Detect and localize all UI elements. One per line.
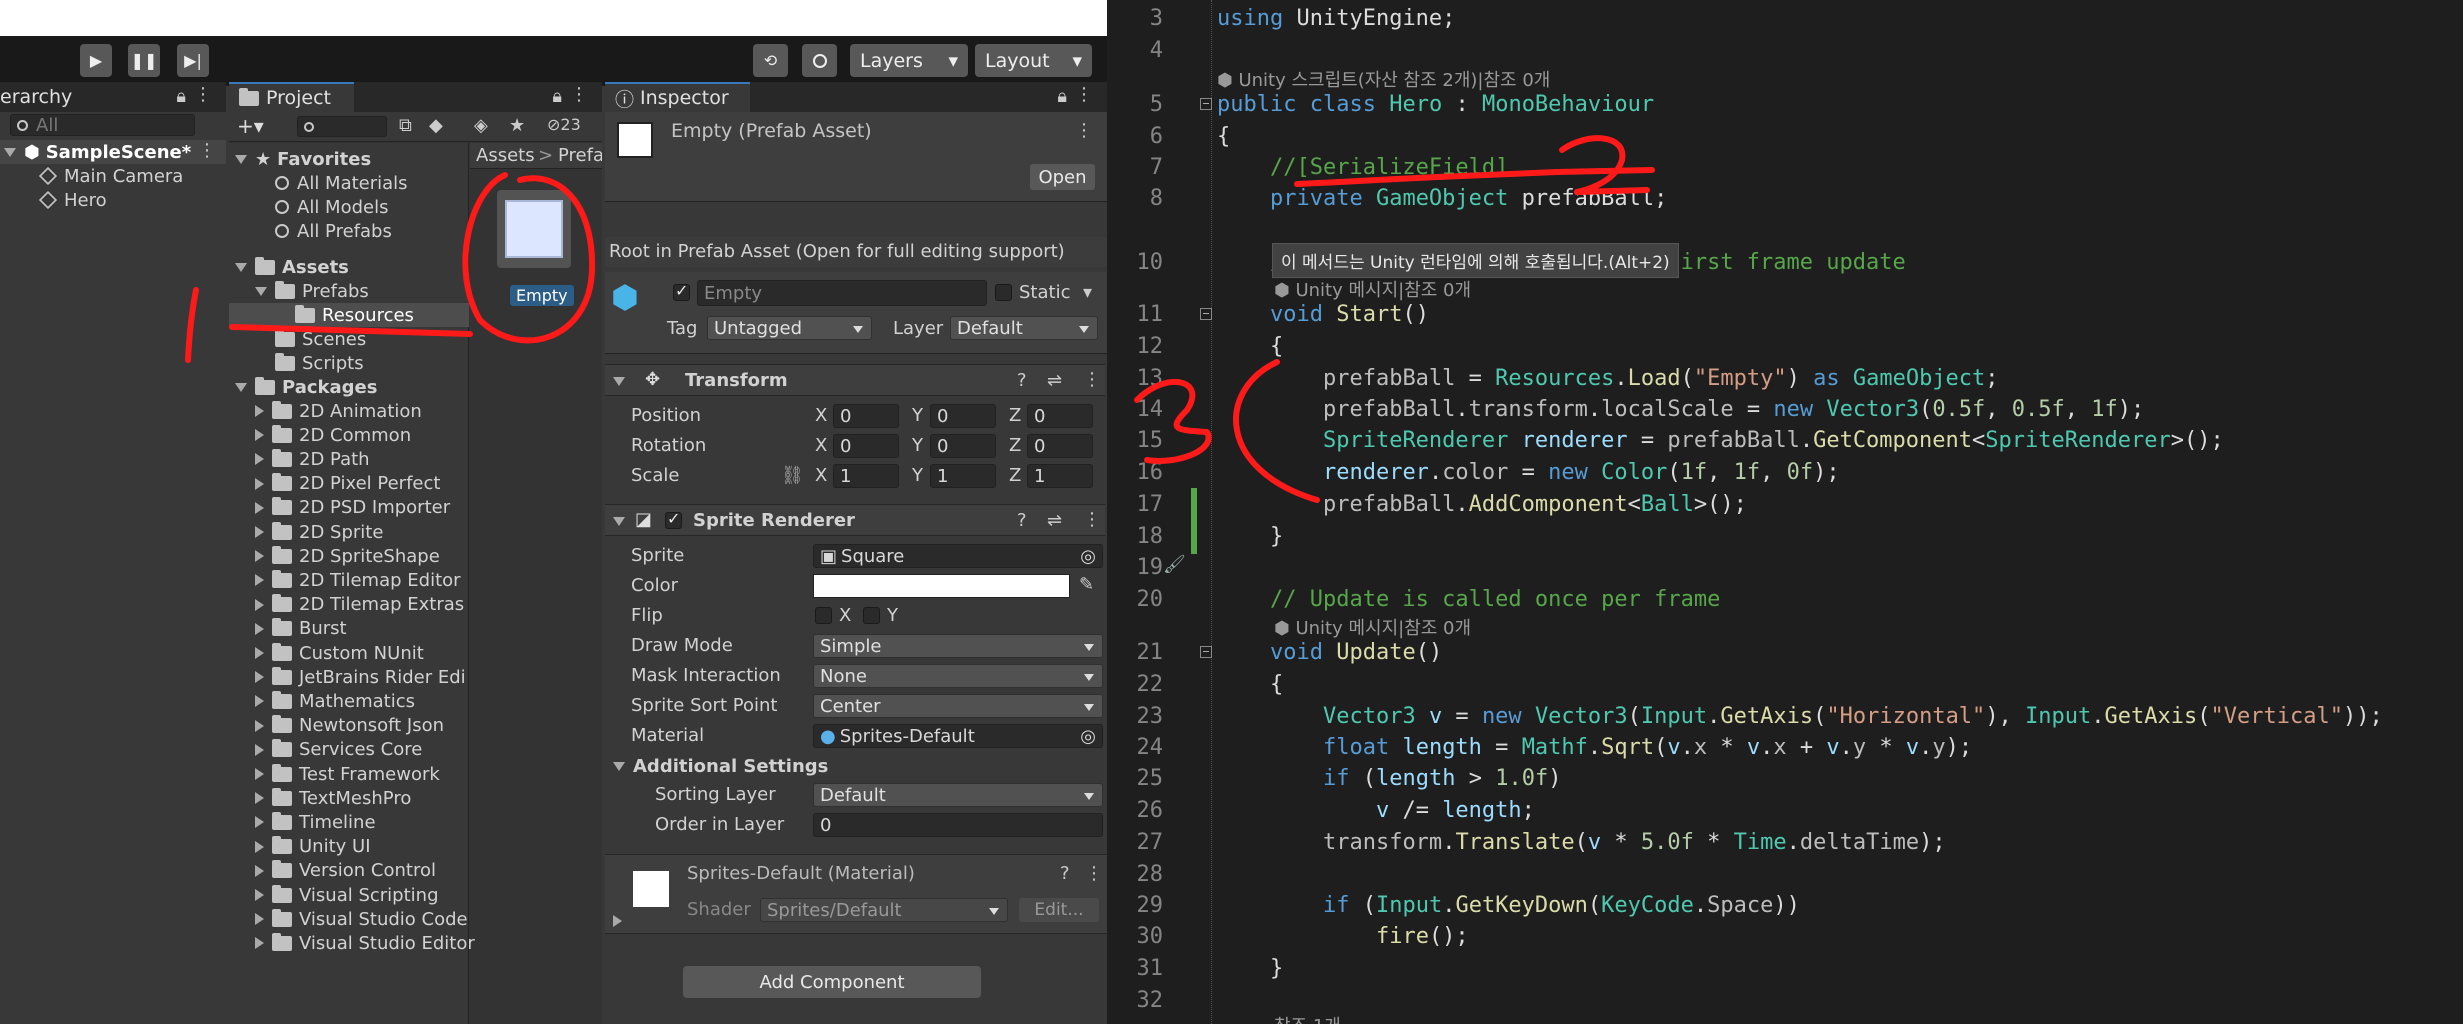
code-annotation-overlay: [1134, 135, 1655, 503]
annotation-bracket: [1233, 359, 1320, 503]
annotation-three: [1134, 379, 1212, 464]
code-editor: 3 4 5 6 7 8 10 11 12 13 14 15 16 17 18 1…: [1107, 0, 2463, 1024]
annotation-one-stroke: [185, 287, 199, 363]
unity-editor: ▶ ❚❚ ▶| ⟲ Layers ▾ Layout ▾ erarchy 🔒︎ ⋮ A…: [0, 0, 1107, 1024]
annotation-overlay: 1: [185, 172, 596, 363]
annotation-circle-prefab: [462, 172, 596, 344]
annotation-underline-resources: [229, 324, 473, 337]
annotation-two: [1559, 135, 1650, 195]
